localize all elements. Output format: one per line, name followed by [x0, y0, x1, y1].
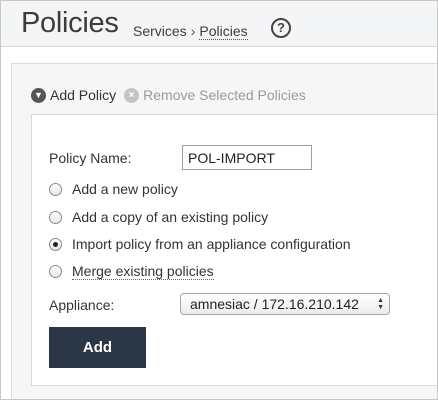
- radio-label: Add a copy of an existing policy: [72, 209, 269, 225]
- radio-label: Merge existing policies: [72, 263, 214, 280]
- page-title: Policies: [21, 7, 119, 39]
- radio-button[interactable]: [49, 182, 62, 196]
- radio-add-new-policy[interactable]: Add a new policy: [49, 181, 178, 197]
- add-policy-label: Add Policy: [50, 87, 117, 103]
- breadcrumb-services-link[interactable]: Services: [133, 23, 187, 39]
- chevron-down-circle-icon: ▼: [31, 87, 46, 103]
- policy-name-label: Policy Name:: [49, 150, 132, 166]
- appliance-label: Appliance:: [49, 297, 115, 313]
- select-stepper-icon: ▲ ▼: [377, 297, 384, 311]
- policy-name-input[interactable]: [182, 145, 312, 170]
- radio-button[interactable]: [49, 210, 62, 224]
- add-button[interactable]: Add: [49, 327, 146, 368]
- appliance-select[interactable]: amnesiac / 172.16.210.142 ▲ ▼: [180, 293, 390, 315]
- help-icon[interactable]: ?: [271, 18, 291, 38]
- add-policy-toggle[interactable]: ▼ Add Policy: [31, 87, 116, 103]
- remove-selected-policies-button[interactable]: × Remove Selected Policies: [124, 87, 306, 103]
- page-header: Policies Services › Policies ?: [1, 1, 437, 47]
- policy-actions: ▼ Add Policy × Remove Selected Policies: [31, 87, 306, 103]
- radio-label: Import policy from an appliance configur…: [72, 236, 351, 252]
- breadcrumb-current[interactable]: Policies: [199, 23, 248, 40]
- appliance-selected-value: amnesiac / 172.16.210.142: [190, 296, 359, 312]
- radio-import-policy[interactable]: Import policy from an appliance configur…: [49, 236, 351, 252]
- breadcrumb: Services › Policies: [133, 23, 248, 40]
- remove-selected-label: Remove Selected Policies: [143, 87, 306, 103]
- breadcrumb-separator: ›: [190, 23, 196, 39]
- radio-button-selected[interactable]: [49, 237, 62, 251]
- radio-button[interactable]: [49, 265, 62, 278]
- close-circle-icon: ×: [124, 87, 140, 103]
- radio-label: Add a new policy: [72, 181, 178, 197]
- radio-add-copy-policy[interactable]: Add a copy of an existing policy: [49, 209, 268, 225]
- radio-merge-policies[interactable]: Merge existing policies: [49, 263, 214, 280]
- policies-window: Policies Services › Policies ? ▼ Add Polic…: [0, 0, 438, 400]
